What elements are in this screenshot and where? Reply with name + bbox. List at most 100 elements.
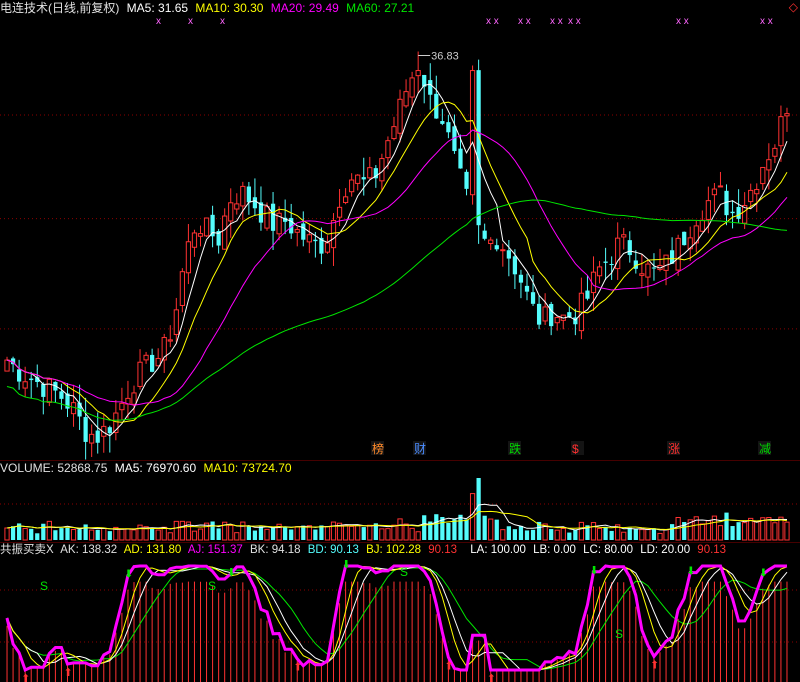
- volume-bar: [452, 519, 457, 540]
- lb-readout: LB: 0.00: [533, 544, 576, 556]
- volume-bar: [246, 525, 251, 540]
- volume-bar: [35, 533, 40, 540]
- price-panel[interactable]: 36.8318.91x xx xx xx xx xx xxxx榜财跌$涨减: [0, 0, 800, 460]
- volume-bar: [150, 528, 155, 540]
- volume-bar: [554, 529, 560, 541]
- diamond-toggle-icon[interactable]: ◇: [789, 0, 798, 14]
- candle-body: [336, 206, 343, 218]
- candle-body: [440, 121, 445, 124]
- volume-bar: [155, 529, 161, 541]
- ld-readout: LD: 20.00: [640, 544, 691, 556]
- candle-body: [131, 392, 137, 405]
- candle-body: [294, 229, 300, 233]
- signal-s-label: S: [208, 579, 216, 593]
- price-header: 电连技术(日线,前复权) MA5: 31.65 MA10: 30.30 MA20…: [0, 0, 418, 16]
- candle-body: [554, 317, 560, 324]
- volume-bar: [415, 531, 421, 541]
- volume-bar: [294, 526, 300, 541]
- candle-body: [730, 211, 735, 214]
- candle-body: [29, 378, 34, 381]
- candle-body: [349, 179, 355, 193]
- volume-bar: [264, 528, 270, 541]
- volume-bar: [742, 522, 748, 541]
- volume-bar: [488, 518, 494, 541]
- volume-bar: [319, 525, 324, 540]
- volume-bar: [179, 520, 185, 541]
- candle-body: [542, 306, 548, 322]
- volume-bar: [512, 529, 518, 540]
- indicator-chart[interactable]: ⬆ ⬆ ⬇ ⬇ ⬆ ⬇ ⬆ ⬆ ⬇ ⬆ ⬇ ⬇ S S S S: [0, 542, 800, 682]
- candle-body: [391, 126, 397, 140]
- candle-body: [754, 189, 760, 195]
- candle-body: [469, 70, 476, 196]
- candle-body: [4, 359, 10, 372]
- indicator-main-line: [5, 564, 787, 673]
- candle-body: [536, 303, 542, 325]
- candle-body: [585, 290, 590, 299]
- volume-bar: [766, 517, 772, 541]
- volume-readout: VOLUME: 52868.75: [0, 461, 108, 475]
- price-chart[interactable]: 36.8318.91x xx xx xx xx xx xxxx榜财跌$涨减: [0, 0, 800, 460]
- candle-body: [355, 174, 361, 184]
- volume-bar: [494, 519, 499, 540]
- ak-readout: AK: 138.32: [60, 544, 118, 556]
- volume-bar: [573, 529, 578, 540]
- volume-bar: [458, 514, 463, 540]
- volume-bar: [367, 524, 373, 541]
- candle-body: [197, 233, 204, 237]
- candle-body: [506, 250, 511, 259]
- candle-body: [464, 171, 469, 189]
- volume-bar: [29, 528, 34, 540]
- candle-body: [603, 261, 608, 263]
- ma60-readout: MA60: 27.21: [346, 1, 415, 15]
- candle-body: [367, 167, 373, 179]
- volume-bar: [403, 523, 409, 541]
- volume-bar: [464, 519, 469, 540]
- candle-body: [59, 391, 64, 399]
- candle-body: [258, 202, 264, 223]
- event-marker: 榜: [372, 441, 384, 456]
- indicator-panel[interactable]: ⬆ ⬆ ⬇ ⬇ ⬆ ⬇ ⬆ ⬆ ⬇ ⬆ ⬇ ⬇ S S S S: [0, 542, 800, 682]
- volume-bar: [95, 529, 100, 540]
- candle-body: [675, 237, 681, 271]
- sell-arrow-icon: ⬇: [124, 569, 133, 581]
- volume-bar: [252, 530, 258, 540]
- candle-body: [682, 231, 687, 246]
- volume-bar: [578, 521, 585, 541]
- volume-bar: [651, 528, 657, 540]
- candle-body: [150, 354, 155, 372]
- candle-body: [766, 159, 772, 171]
- volume-bar: [137, 524, 143, 541]
- volume-bar: [748, 517, 754, 541]
- indicator-mid-line: [6, 565, 788, 671]
- volume-bar: [627, 527, 632, 540]
- candle-body: [458, 148, 463, 169]
- candle-body: [270, 203, 276, 231]
- volume-bar: [663, 529, 669, 541]
- candle-body: [627, 240, 632, 256]
- buy-arrow-icon: ⬆: [650, 659, 659, 671]
- top-x-mark: x x: [486, 16, 499, 27]
- candle-body: [549, 303, 554, 327]
- event-marker: 涨: [668, 441, 680, 456]
- candle-body: [342, 196, 349, 204]
- candle-body: [264, 206, 270, 229]
- volume-bar: [518, 525, 524, 540]
- volume-bar: [669, 524, 675, 540]
- candle-body: [409, 77, 415, 98]
- candle-body: [173, 309, 179, 335]
- volume-bar: [409, 527, 415, 541]
- volume-bar: [500, 529, 506, 541]
- candle-body: [609, 264, 614, 266]
- volume-bar: [301, 525, 306, 540]
- volume-bar: [784, 521, 790, 541]
- volume-bar: [101, 527, 107, 541]
- buy-arrow-icon: ⬆: [21, 673, 30, 682]
- volume-bar: [699, 523, 705, 541]
- volume-bar: [41, 523, 46, 540]
- signal-s-label: S: [615, 627, 623, 641]
- volume-bar: [434, 514, 439, 540]
- candle-body: [95, 430, 100, 443]
- candle-body: [246, 186, 251, 203]
- volume-bar: [197, 528, 204, 541]
